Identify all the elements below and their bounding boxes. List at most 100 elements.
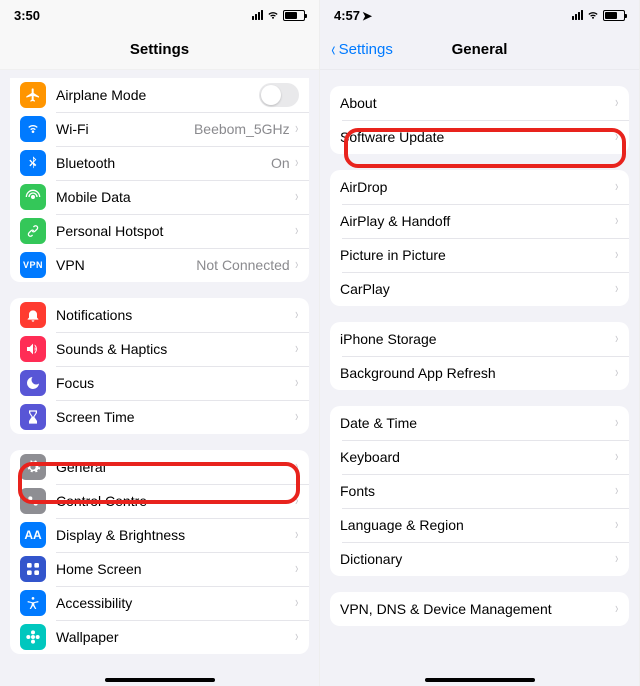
chevron-right-icon: › bbox=[615, 178, 618, 196]
chevron-right-icon: › bbox=[295, 492, 298, 510]
row-value: Not Connected bbox=[196, 257, 289, 273]
wifi-icon bbox=[266, 10, 280, 20]
chevron-right-icon: › bbox=[295, 154, 298, 172]
row-label: Wi-Fi bbox=[56, 121, 194, 137]
chevron-right-icon: › bbox=[615, 364, 618, 382]
row-label: Date & Time bbox=[340, 415, 614, 431]
settings-scroll[interactable]: Airplane Mode Wi-Fi Beebom_5GHz › Blueto… bbox=[0, 70, 319, 686]
chevron-right-icon: › bbox=[615, 516, 618, 534]
apps-grid-icon bbox=[20, 556, 46, 582]
nav-title: General bbox=[452, 41, 508, 58]
general-scroll[interactable]: About › Software Update › AirDrop› AirPl… bbox=[320, 70, 639, 686]
row-display-brightness[interactable]: AA Display & Brightness › bbox=[10, 518, 309, 552]
chevron-right-icon: › bbox=[295, 256, 298, 274]
chevron-right-icon: › bbox=[295, 120, 298, 138]
chevron-right-icon: › bbox=[295, 340, 298, 358]
row-personal-hotspot[interactable]: Personal Hotspot › bbox=[10, 214, 309, 248]
row-wifi[interactable]: Wi-Fi Beebom_5GHz › bbox=[10, 112, 309, 146]
chevron-right-icon: › bbox=[295, 526, 298, 544]
row-sounds[interactable]: Sounds & Haptics › bbox=[10, 332, 309, 366]
bluetooth-icon bbox=[20, 150, 46, 176]
chevron-right-icon: › bbox=[295, 188, 298, 206]
row-label: Mobile Data bbox=[56, 189, 294, 205]
row-label: Wallpaper bbox=[56, 629, 294, 645]
text-size-icon: AA bbox=[20, 522, 46, 548]
status-indicators bbox=[252, 10, 305, 21]
chevron-right-icon: › bbox=[295, 628, 298, 646]
row-picture-in-picture[interactable]: Picture in Picture› bbox=[330, 238, 629, 272]
chevron-right-icon: › bbox=[615, 128, 618, 146]
row-home-screen[interactable]: Home Screen › bbox=[10, 552, 309, 586]
chevron-right-icon: › bbox=[615, 246, 618, 264]
group-system: Date & Time› Keyboard› Fonts› Language &… bbox=[330, 406, 629, 576]
row-label: Personal Hotspot bbox=[56, 223, 294, 239]
home-indicator[interactable] bbox=[105, 678, 215, 682]
group-notifications: Notifications › Sounds & Haptics › Focus… bbox=[10, 298, 309, 434]
row-fonts[interactable]: Fonts› bbox=[330, 474, 629, 508]
row-label: Screen Time bbox=[56, 409, 294, 425]
nav-bar: Settings bbox=[0, 30, 319, 70]
row-label: Focus bbox=[56, 375, 294, 391]
row-label: Software Update bbox=[340, 129, 614, 145]
status-bar: 3:50 bbox=[0, 0, 319, 30]
row-language-region[interactable]: Language & Region› bbox=[330, 508, 629, 542]
home-indicator[interactable] bbox=[425, 678, 535, 682]
chevron-right-icon: › bbox=[295, 374, 298, 392]
speaker-icon bbox=[20, 336, 46, 362]
chevron-right-icon: › bbox=[295, 222, 298, 240]
gear-icon bbox=[20, 454, 46, 480]
row-date-time[interactable]: Date & Time› bbox=[330, 406, 629, 440]
group-services: AirDrop› AirPlay & Handoff› Picture in P… bbox=[330, 170, 629, 306]
group-vpn-management: VPN, DNS & Device Management› bbox=[330, 592, 629, 626]
row-mobile-data[interactable]: Mobile Data › bbox=[10, 180, 309, 214]
battery-icon bbox=[603, 10, 625, 21]
chevron-right-icon: › bbox=[615, 600, 618, 618]
link-icon bbox=[20, 218, 46, 244]
row-label: Background App Refresh bbox=[340, 365, 614, 381]
airplane-switch[interactable] bbox=[259, 83, 299, 107]
row-vpn-device-management[interactable]: VPN, DNS & Device Management› bbox=[330, 592, 629, 626]
row-label: AirDrop bbox=[340, 179, 614, 195]
row-focus[interactable]: Focus › bbox=[10, 366, 309, 400]
row-notifications[interactable]: Notifications › bbox=[10, 298, 309, 332]
row-label: VPN bbox=[56, 257, 196, 273]
row-wallpaper[interactable]: Wallpaper › bbox=[10, 620, 309, 654]
sliders-icon bbox=[20, 488, 46, 514]
row-label: Bluetooth bbox=[56, 155, 271, 171]
row-background-app-refresh[interactable]: Background App Refresh› bbox=[330, 356, 629, 390]
chevron-right-icon: › bbox=[615, 280, 618, 298]
hourglass-icon bbox=[20, 404, 46, 430]
row-general[interactable]: General › bbox=[10, 450, 309, 484]
row-label: Notifications bbox=[56, 307, 294, 323]
row-vpn[interactable]: VPN VPN Not Connected › bbox=[10, 248, 309, 282]
vpn-icon: VPN bbox=[20, 252, 46, 278]
row-label: General bbox=[56, 459, 294, 475]
row-bluetooth[interactable]: Bluetooth On › bbox=[10, 146, 309, 180]
back-label: Settings bbox=[339, 41, 393, 58]
row-accessibility[interactable]: Accessibility › bbox=[10, 586, 309, 620]
accessibility-icon bbox=[20, 590, 46, 616]
status-indicators bbox=[572, 10, 625, 21]
row-software-update[interactable]: Software Update › bbox=[330, 120, 629, 154]
chevron-right-icon: › bbox=[615, 330, 618, 348]
chevron-right-icon: › bbox=[295, 458, 298, 476]
row-airplay-handoff[interactable]: AirPlay & Handoff› bbox=[330, 204, 629, 238]
chevron-left-icon: ‹ bbox=[331, 40, 335, 60]
back-button[interactable]: ‹ Settings bbox=[330, 40, 393, 60]
row-keyboard[interactable]: Keyboard› bbox=[330, 440, 629, 474]
group-storage: iPhone Storage› Background App Refresh› bbox=[330, 322, 629, 390]
row-screen-time[interactable]: Screen Time › bbox=[10, 400, 309, 434]
row-control-centre[interactable]: Control Centre › bbox=[10, 484, 309, 518]
group-connectivity: Airplane Mode Wi-Fi Beebom_5GHz › Blueto… bbox=[10, 78, 309, 282]
chevron-right-icon: › bbox=[295, 594, 298, 612]
group-general: General › Control Centre › AA Display & … bbox=[10, 450, 309, 654]
row-label: Accessibility bbox=[56, 595, 294, 611]
row-about[interactable]: About › bbox=[330, 86, 629, 120]
row-iphone-storage[interactable]: iPhone Storage› bbox=[330, 322, 629, 356]
row-carplay[interactable]: CarPlay› bbox=[330, 272, 629, 306]
row-airdrop[interactable]: AirDrop› bbox=[330, 170, 629, 204]
row-airplane-mode[interactable]: Airplane Mode bbox=[10, 78, 309, 112]
row-dictionary[interactable]: Dictionary› bbox=[330, 542, 629, 576]
chevron-right-icon: › bbox=[615, 482, 618, 500]
cellular-icon bbox=[572, 10, 583, 20]
